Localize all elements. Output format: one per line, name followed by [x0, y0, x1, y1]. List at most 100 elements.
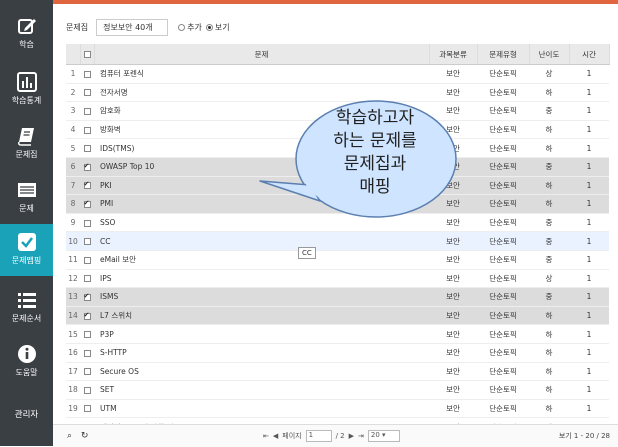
page-size-value: 20 [370, 431, 380, 439]
row-type: 단순토픽 [477, 194, 529, 214]
row-checkbox-cell[interactable] [80, 362, 94, 382]
row-checkbox[interactable] [83, 275, 91, 283]
first-page-icon[interactable]: ⇤ [263, 432, 269, 440]
row-checkbox[interactable] [83, 386, 91, 394]
table-row[interactable]: 11 eMail 보안 보안 단순토픽 중 1 [66, 250, 609, 270]
row-difficulty: 하 [529, 194, 569, 214]
radio-view-label: 보기 [214, 22, 230, 32]
row-checkbox[interactable] [83, 292, 91, 301]
row-time: 1 [569, 287, 609, 307]
row-checkbox[interactable] [83, 311, 91, 320]
row-checkbox-cell[interactable] [80, 269, 94, 289]
row-checkbox[interactable] [83, 219, 91, 227]
nav-item-help[interactable]: 도움말 [0, 336, 53, 388]
row-question: P3P [94, 324, 429, 344]
row-type: 단순토픽 [477, 83, 529, 103]
prev-page-icon[interactable]: ◀ [273, 432, 278, 440]
row-checkbox-cell[interactable] [80, 176, 94, 196]
nav-item-question[interactable]: 문제 [0, 172, 53, 224]
row-checkbox-cell[interactable] [80, 380, 94, 400]
row-number: 19 [66, 399, 80, 419]
search-icon[interactable]: ⌕ [67, 431, 72, 441]
row-time: 1 [569, 138, 609, 158]
row-checkbox[interactable] [83, 145, 91, 153]
table-row[interactable]: 18 SET 보안 단순토픽 하 1 [66, 380, 609, 400]
nav-item-question-order[interactable]: 문제순서 [0, 282, 53, 334]
nav-item-workbook[interactable]: 문제집 [0, 118, 53, 170]
row-checkbox[interactable] [83, 256, 91, 264]
header-check[interactable] [80, 44, 95, 65]
last-page-icon[interactable]: ⇥ [358, 432, 364, 440]
row-checkbox[interactable] [83, 331, 91, 339]
top-accent-bar [53, 0, 618, 4]
row-question: L7 스위치 [94, 306, 429, 326]
row-checkbox-cell[interactable] [80, 250, 94, 270]
table-row[interactable]: 19 UTM 보안 단순토픽 하 1 [66, 399, 609, 419]
row-difficulty: 하 [529, 138, 569, 158]
page-size-select[interactable]: 20 ▾ [367, 430, 400, 442]
row-number: 5 [66, 138, 80, 158]
row-checkbox[interactable] [83, 89, 91, 97]
row-checkbox-cell[interactable] [80, 231, 94, 251]
row-type: 단순토픽 [477, 231, 529, 251]
workbook-select[interactable]: 정보보안 40개 [96, 18, 169, 36]
row-checkbox[interactable] [83, 405, 91, 413]
row-question: 컴퓨터 포렌식 [94, 64, 429, 84]
row-checkbox-cell[interactable] [80, 101, 94, 121]
next-page-icon[interactable]: ▶ [349, 432, 354, 440]
row-checkbox[interactable] [83, 70, 91, 78]
row-number: 2 [66, 83, 80, 103]
callout-line: 학습하고자 [335, 108, 415, 128]
table-row[interactable]: 17 Secure OS 보안 단순토픽 하 1 [66, 362, 609, 382]
row-checkbox[interactable] [83, 107, 91, 115]
header-type[interactable]: 문제유형 [477, 44, 530, 65]
table-row[interactable]: 14 L7 스위치보안단순토픽하1 [66, 306, 609, 326]
header-category[interactable]: 과목분류 [429, 44, 478, 65]
table-row[interactable]: 12 IPS 보안 단순토픽 상 1 [66, 269, 609, 289]
row-checkbox-cell[interactable] [80, 399, 94, 419]
nav-item-study-stats[interactable]: 학습통계 [0, 64, 53, 116]
radio-view[interactable] [205, 23, 213, 31]
table-row[interactable]: 13 ISMS보안단순토픽중1 [66, 287, 609, 307]
row-checkbox-cell[interactable] [80, 324, 94, 344]
radio-add[interactable] [178, 23, 186, 31]
row-checkbox-cell[interactable] [80, 287, 94, 307]
row-checkbox-cell[interactable] [80, 343, 94, 363]
row-checkbox[interactable] [83, 349, 91, 357]
row-checkbox[interactable] [83, 162, 91, 171]
table-row[interactable]: 15 P3P 보안 단순토픽 하 1 [66, 324, 609, 344]
header-difficulty[interactable]: 난이도 [529, 44, 570, 65]
nav-item-question-mapping[interactable]: 문제맵핑 [0, 224, 53, 276]
admin-link[interactable]: 관리자 [0, 408, 53, 420]
row-category: 보안 [429, 287, 477, 307]
row-number: 11 [66, 250, 80, 270]
row-checkbox[interactable] [83, 180, 91, 190]
row-checkbox[interactable] [83, 199, 91, 208]
row-checkbox-cell[interactable] [80, 120, 94, 140]
row-checkbox-cell[interactable] [80, 306, 94, 326]
row-checkbox-cell[interactable] [80, 194, 94, 214]
row-checkbox-cell[interactable] [80, 213, 94, 233]
row-time: 1 [569, 362, 609, 382]
table-row[interactable]: 16 S-HTTP 보안 단순토픽 하 1 [66, 343, 609, 363]
header-time[interactable]: 시간 [569, 44, 610, 65]
row-type: 단순토픽 [477, 380, 529, 400]
table-row[interactable]: 1 컴퓨터 포렌식 보안 단순토픽 상 1 [66, 64, 609, 84]
row-checkbox-cell[interactable] [80, 83, 94, 103]
refresh-icon[interactable]: ↻ [81, 431, 89, 441]
list-icon [17, 293, 36, 308]
row-time: 1 [569, 250, 609, 270]
select-all-checkbox[interactable] [83, 51, 91, 58]
nav-item-study[interactable]: 학습 [0, 8, 53, 60]
page-input[interactable]: 1 [305, 430, 332, 442]
header-question[interactable]: 문제 [94, 44, 430, 65]
nav-label: 문제집 [15, 150, 38, 159]
row-checkbox[interactable] [83, 368, 91, 376]
row-checkbox-cell[interactable] [80, 64, 94, 84]
row-checkbox[interactable] [83, 126, 91, 134]
row-type: 단순토픽 [477, 138, 529, 158]
checkbox-icon [17, 233, 36, 251]
row-checkbox-cell[interactable] [80, 157, 94, 177]
row-checkbox[interactable] [83, 238, 91, 246]
row-checkbox-cell[interactable] [80, 138, 94, 158]
